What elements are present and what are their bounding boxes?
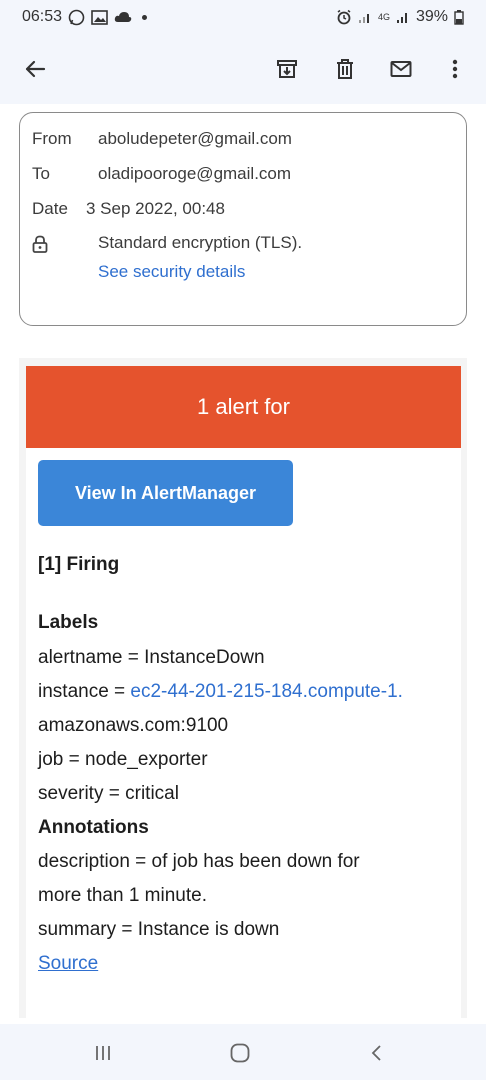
to-value: oladipooroge@gmail.com <box>98 164 292 183</box>
date-label: Date <box>32 199 68 218</box>
app-bar <box>0 34 486 104</box>
back-arrow-icon[interactable] <box>20 54 50 84</box>
archive-icon[interactable] <box>272 54 302 84</box>
message-details-card: From aboludepeter@gmail.com To oladipoor… <box>19 112 467 326</box>
more-vert-icon[interactable] <box>440 54 470 84</box>
firing-heading: [1] Firing <box>38 554 120 575</box>
recent-apps-icon[interactable] <box>88 1038 118 1068</box>
signal-strength-icon <box>396 10 410 24</box>
email-body: 1 alert for View In AlertManager [1] Fir… <box>19 358 467 1018</box>
whatsapp-icon <box>68 9 85 26</box>
delete-icon[interactable] <box>330 54 360 84</box>
mark-unread-icon[interactable] <box>386 54 416 84</box>
from-label: From <box>32 129 72 148</box>
summary-annotation: summary = Instance is down <box>38 919 280 940</box>
cloud-icon <box>114 11 132 23</box>
signal-icon <box>358 10 372 24</box>
to-label: To <box>32 164 50 183</box>
instance-prefix: instance = <box>38 681 131 702</box>
encryption-text: Standard encryption (TLS). <box>98 233 303 252</box>
gallery-icon <box>91 9 108 25</box>
instance-label: instance = ec2-44-201-215-184.compute-1. <box>38 681 403 703</box>
clock: 06:53 <box>22 8 63 25</box>
battery-icon <box>454 9 464 25</box>
annotations-heading: Annotations <box>38 817 149 838</box>
nav-back-icon[interactable] <box>362 1038 392 1068</box>
description-annotation: description = of job has been down for <box>38 851 360 872</box>
home-icon[interactable] <box>225 1038 255 1068</box>
severity-label: severity = critical <box>38 783 179 804</box>
job-label: job = node_exporter <box>38 749 208 770</box>
alert-card: 1 alert for View In AlertManager [1] Fir… <box>26 366 461 1018</box>
alert-banner: 1 alert for <box>26 366 461 448</box>
labels-heading: Labels <box>38 612 99 633</box>
instance-link[interactable]: ec2-44-201-215-184.compute-1. <box>130 681 403 702</box>
lock-icon <box>32 235 48 258</box>
from-value: aboludepeter@gmail.com <box>98 129 292 148</box>
instance-link-continued[interactable]: amazonaws.com:9100 <box>38 715 228 737</box>
alarm-icon <box>336 9 352 25</box>
notification-dot-icon <box>142 14 148 20</box>
network-type: 4G <box>377 11 390 22</box>
system-nav-bar <box>0 1024 486 1080</box>
alertname-label: alertname = InstanceDown <box>38 647 265 668</box>
description-annotation-continued: more than 1 minute. <box>38 885 207 906</box>
see-security-details-link[interactable]: See security details <box>98 262 245 282</box>
date-value: 3 Sep 2022, 00:48 <box>86 199 225 218</box>
battery-level: 39% <box>415 8 448 25</box>
view-in-alertmanager-button[interactable]: View In AlertManager <box>38 460 293 526</box>
source-link[interactable]: Source <box>38 953 98 975</box>
status-bar: 06:53 4G 39% <box>0 0 486 34</box>
